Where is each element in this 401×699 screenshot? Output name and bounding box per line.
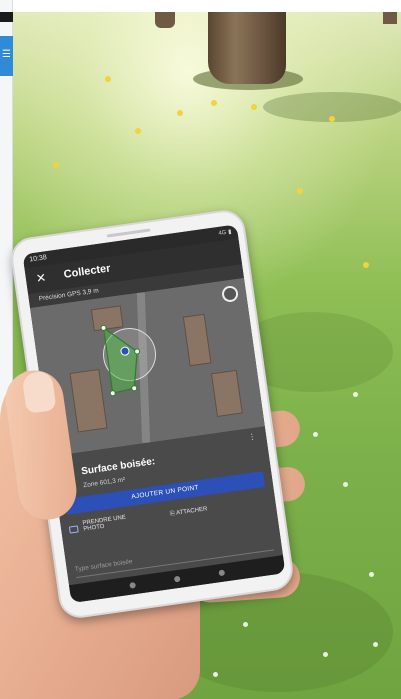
top-edge-strip <box>0 0 401 12</box>
nav-recent-icon[interactable] <box>218 569 226 577</box>
take-photo-button[interactable]: PRENDRE UNE PHOTO <box>68 507 166 542</box>
polygon-vertex[interactable] <box>100 324 107 331</box>
distant-tree-trunk <box>155 12 175 28</box>
dandelion <box>135 128 141 134</box>
nav-back-icon[interactable] <box>129 581 137 589</box>
daisy <box>343 482 348 487</box>
left-strip-dark-bar <box>0 12 13 22</box>
daisy <box>243 622 248 627</box>
gps-position-marker <box>120 346 130 356</box>
left-strip-menu-button[interactable]: ☰ <box>0 36 13 76</box>
close-icon[interactable]: ✕ <box>35 270 47 285</box>
dandelion <box>297 188 303 194</box>
status-icons: 4G ▮ <box>218 229 232 237</box>
menu-icon: ☰ <box>2 49 11 60</box>
daisy <box>313 432 318 437</box>
dandelion <box>53 162 59 168</box>
daisy <box>373 642 378 647</box>
app-title: Collecter <box>62 262 112 281</box>
dandelion <box>329 116 335 122</box>
dandelion <box>363 262 369 268</box>
camera-icon <box>68 525 79 534</box>
tree-trunk <box>208 12 286 84</box>
polygon-vertex[interactable] <box>109 390 116 397</box>
kebab-menu-icon[interactable]: ⋮ <box>248 432 257 442</box>
dandelion <box>177 110 183 116</box>
daisy <box>213 672 218 677</box>
dandelion <box>251 104 257 110</box>
dandelion <box>105 76 111 82</box>
daisy <box>353 392 358 397</box>
daisy <box>323 652 328 657</box>
nav-home-icon[interactable] <box>173 575 181 583</box>
feature-title: Surface boisée: <box>80 456 156 478</box>
daisy <box>369 572 374 577</box>
distant-tree-trunk <box>383 12 397 24</box>
status-time: 10:38 <box>28 254 48 264</box>
phone-speaker <box>106 228 151 238</box>
dandelion <box>211 100 217 106</box>
polygon-vertex[interactable] <box>134 348 141 355</box>
attach-button[interactable]: ⎘ ATTACHER <box>169 495 266 522</box>
feature-area: Zone 601,3 m² <box>82 476 126 490</box>
polygon-vertex[interactable] <box>131 385 138 392</box>
attach-label: ATTACHER <box>175 506 208 517</box>
